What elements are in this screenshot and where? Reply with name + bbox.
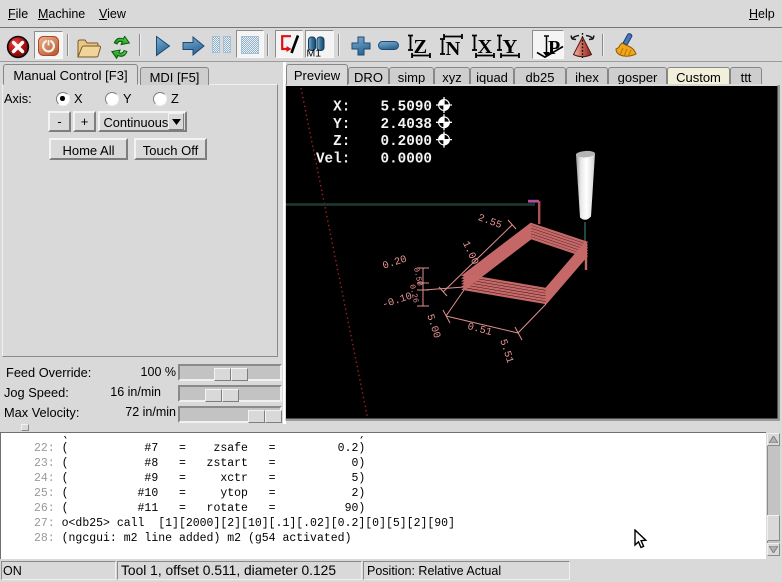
svg-text:0.2000: 0.2000 [381, 134, 432, 150]
svg-text:X:: X: [333, 100, 350, 116]
svg-text:M1: M1 [307, 48, 322, 59]
svg-text:5.5090: 5.5090 [381, 100, 432, 116]
svg-text:Z: Z [414, 36, 428, 58]
svg-text:0.0000: 0.0000 [381, 151, 432, 167]
svg-text:Vel:: Vel: [316, 151, 350, 167]
svg-text:Y:: Y: [333, 117, 350, 133]
svg-text:Z:: Z: [333, 134, 350, 150]
svg-text:Y: Y [503, 36, 518, 58]
svg-text:X: X [478, 36, 493, 58]
svg-text:2.4038: 2.4038 [381, 117, 432, 133]
svg-text:N: N [446, 38, 461, 58]
svg-text:P: P [548, 37, 560, 59]
